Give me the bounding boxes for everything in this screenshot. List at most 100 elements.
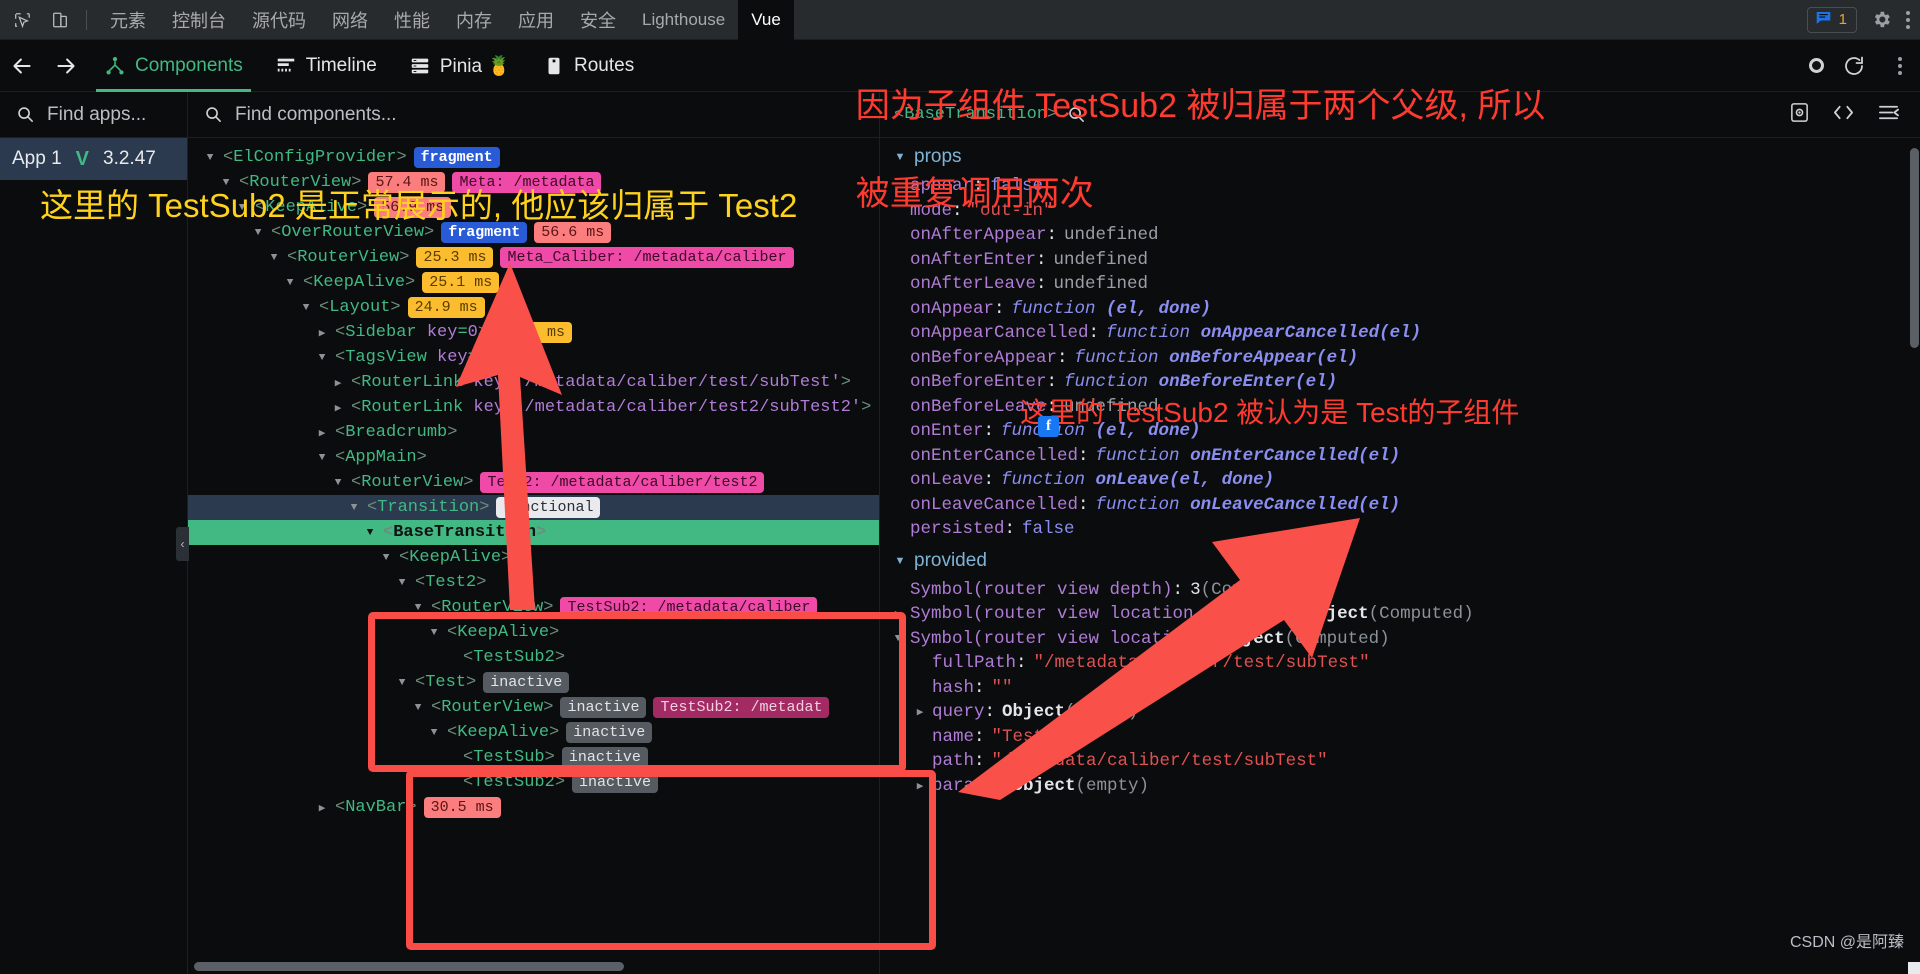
devtools-tab-performance[interactable]: 性能 [381, 0, 443, 40]
kebab-menu-icon[interactable] [1906, 10, 1910, 29]
find-apps-row[interactable]: Find apps... [0, 92, 187, 138]
tree-row[interactable]: ▼<TestSub>inactive [188, 745, 879, 770]
tree-row[interactable]: ▼ <RouterView> Test2: /metadata/caliber/te… [188, 470, 879, 495]
chevron-down-icon[interactable]: ▼ [300, 302, 312, 314]
state-entry[interactable]: ▶ Symbol(router view location matched): Ob… [880, 602, 1920, 627]
state-entry[interactable]: onEnter: function (el, done) [880, 419, 1920, 444]
tree-row[interactable]: ▼ <RouterView> TestSub2: /metadata/caliber [188, 595, 879, 620]
chevron-down-icon[interactable]: ▼ [396, 577, 408, 589]
collapse-sidebar-handle[interactable]: ‹ [176, 527, 189, 561]
chevron-right-icon[interactable]: ▶ [316, 426, 328, 440]
state-entry[interactable]: mode: "out-in" [880, 199, 1920, 224]
tree-row[interactable]: ▶ <RouterLink key='/metadata/caliber/test… [188, 395, 879, 420]
tree-row[interactable]: ▶ <NavBar> 30.5 ms [188, 795, 879, 820]
tree-row[interactable]: ▼ <Test2> [188, 570, 879, 595]
chevron-down-icon[interactable]: ▼ [332, 477, 344, 489]
issues-button[interactable]: 1 [1806, 6, 1857, 33]
state-entry[interactable]: onAfterEnter: undefined [880, 248, 1920, 273]
state-entry[interactable]: path: "/metadata/caliber/test/subTest" [880, 749, 1920, 774]
arrow-right-icon[interactable] [44, 44, 88, 88]
state-vertical-scrollbar[interactable] [1910, 148, 1919, 348]
tree-row[interactable]: ▼ <KeepAlive> inactive [188, 720, 879, 745]
state-section-title[interactable]: ▼ props [880, 138, 1920, 174]
tree-row[interactable]: ▼ <Layout> 24.9 ms [188, 295, 879, 320]
tree-row[interactable]: ▼ <TagsView key=1> [188, 345, 879, 370]
tree-horizontal-scrollbar[interactable] [194, 962, 624, 971]
inspect-element-icon[interactable] [6, 6, 38, 34]
state-entry[interactable]: onLeave: function onLeave(el, done) [880, 468, 1920, 493]
chevron-down-icon[interactable]: ▼ [204, 152, 216, 164]
tree-row[interactable]: ▼ <RouterView> 25.3 ms Meta_Caliber: /metad… [188, 245, 879, 270]
chevron-right-icon[interactable]: ▶ [914, 779, 926, 793]
chevron-down-icon[interactable]: ▼ [894, 555, 906, 567]
tree-row[interactable]: ▼ <KeepAlive> [188, 620, 879, 645]
chevron-down-icon[interactable]: ▼ [316, 452, 328, 464]
state-entry[interactable]: onBeforeEnter: function onBeforeEnter(el) [880, 370, 1920, 395]
state-entry[interactable]: onBeforeLeave: undefined [880, 395, 1920, 420]
tree-row[interactable]: ▼<TestSub2>inactive [188, 770, 879, 795]
tree-row[interactable]: ▶ <Sidebar key=0> 16.1 ms [188, 320, 879, 345]
state-entry[interactable]: fullPath: "/metadata/caliber/test/subTest… [880, 651, 1920, 676]
state-entry[interactable]: persisted: false [880, 517, 1920, 542]
record-dot-icon[interactable] [1809, 58, 1824, 73]
device-toolbar-icon[interactable] [44, 6, 76, 34]
chevron-down-icon[interactable]: ▼ [428, 727, 440, 739]
chevron-down-icon[interactable]: ▼ [412, 602, 424, 614]
chevron-down-icon[interactable]: ▼ [220, 177, 232, 189]
tree-row[interactable]: ▼ <KeepAlive> [188, 545, 879, 570]
tree-row[interactable]: ▼ <KeepAlive> 56.9 ms [188, 195, 879, 220]
state-entry[interactable]: ▶ query: Object (empty) [880, 700, 1920, 725]
refresh-icon[interactable] [1842, 54, 1866, 78]
inspect-dom-icon[interactable] [1789, 102, 1810, 128]
chevron-down-icon[interactable]: ▼ [428, 627, 440, 639]
tab-timeline[interactable]: Timeline [259, 40, 393, 92]
app-list-item-app-1[interactable]: App 1 V 3.2.47 [0, 138, 187, 180]
chevron-down-icon[interactable]: ▼ [380, 552, 392, 564]
devtools-tab-network[interactable]: 网络 [319, 0, 381, 40]
state-entry[interactable]: onAfterLeave: undefined [880, 272, 1920, 297]
state-entry[interactable]: onLeaveCancelled: function onLeaveCancell… [880, 493, 1920, 518]
state-section-title[interactable]: ▼ provided [880, 542, 1920, 578]
tree-row[interactable]: ▼ <BaseTransition> [188, 520, 879, 545]
find-apps-input[interactable]: Find apps... [47, 104, 146, 126]
chevron-down-icon[interactable]: ▼ [396, 677, 408, 689]
state-entry[interactable]: onBeforeAppear: function onBeforeAppear(e… [880, 346, 1920, 371]
state-entry[interactable]: name: "TestSub" [880, 725, 1920, 750]
devtools-tab-security[interactable]: 安全 [567, 0, 629, 40]
devtools-tab-memory[interactable]: 内存 [443, 0, 505, 40]
tree-row[interactable]: ▶ <Breadcrumb> [188, 420, 879, 445]
chevron-down-icon[interactable]: ▼ [894, 151, 906, 163]
chevron-right-icon[interactable]: ▶ [316, 326, 328, 340]
tree-row[interactable]: ▶ <RouterLink key='/metadata/caliber/test… [188, 370, 879, 395]
state-entry[interactable]: appear: false [880, 174, 1920, 199]
gear-icon[interactable] [1871, 9, 1892, 30]
chevron-right-icon[interactable]: ▶ [332, 401, 344, 415]
tree-row[interactable]: ▼ <RouterView> inactive TestSub2: /metadat [188, 695, 879, 720]
tab-routes[interactable]: Routes [527, 40, 650, 92]
tree-row[interactable]: ▼ <Test> inactive [188, 670, 879, 695]
state-entry[interactable]: onAfterAppear: undefined [880, 223, 1920, 248]
chevron-right-icon[interactable]: ▶ [332, 376, 344, 390]
devtools-tab-vue[interactable]: Vue [738, 0, 794, 40]
devtools-tab-sources[interactable]: 源代码 [239, 0, 319, 40]
arrow-left-icon[interactable] [0, 44, 44, 88]
chevron-down-icon[interactable]: ▼ [316, 352, 328, 364]
find-components-row[interactable]: Find components... [188, 92, 879, 138]
tree-row[interactable]: ▼ <ElConfigProvider> fragment [188, 145, 879, 170]
tab-components[interactable]: Components [88, 40, 259, 92]
tree-row[interactable]: ▼ <OverRouterView> fragment 56.6 ms [188, 220, 879, 245]
chevron-down-icon[interactable]: ▼ [364, 527, 376, 539]
state-entry[interactable]: ▶ params: Object (empty) [880, 774, 1920, 799]
state-entry[interactable]: onAppear: function (el, done) [880, 297, 1920, 322]
tab-pinia[interactable]: Pinia 🍍 [393, 40, 527, 92]
tree-row[interactable]: ▼ <AppMain> [188, 445, 879, 470]
tree-row[interactable]: ▼ <KeepAlive> 25.1 ms [188, 270, 879, 295]
collapse-all-icon[interactable] [1877, 102, 1900, 128]
filter-state-input[interactable]: Filter state... [1096, 106, 1184, 124]
chevron-down-icon[interactable]: ▼ [284, 277, 296, 289]
chevron-right-icon[interactable]: ▶ [316, 801, 328, 815]
chevron-right-icon[interactable]: ▶ [892, 607, 904, 621]
chevron-down-icon[interactable]: ▼ [268, 252, 280, 264]
state-entry[interactable]: Symbol(router view depth):3 (Computed) [880, 578, 1920, 603]
tree-row[interactable]: ▼ <Transition> functional [188, 495, 879, 520]
